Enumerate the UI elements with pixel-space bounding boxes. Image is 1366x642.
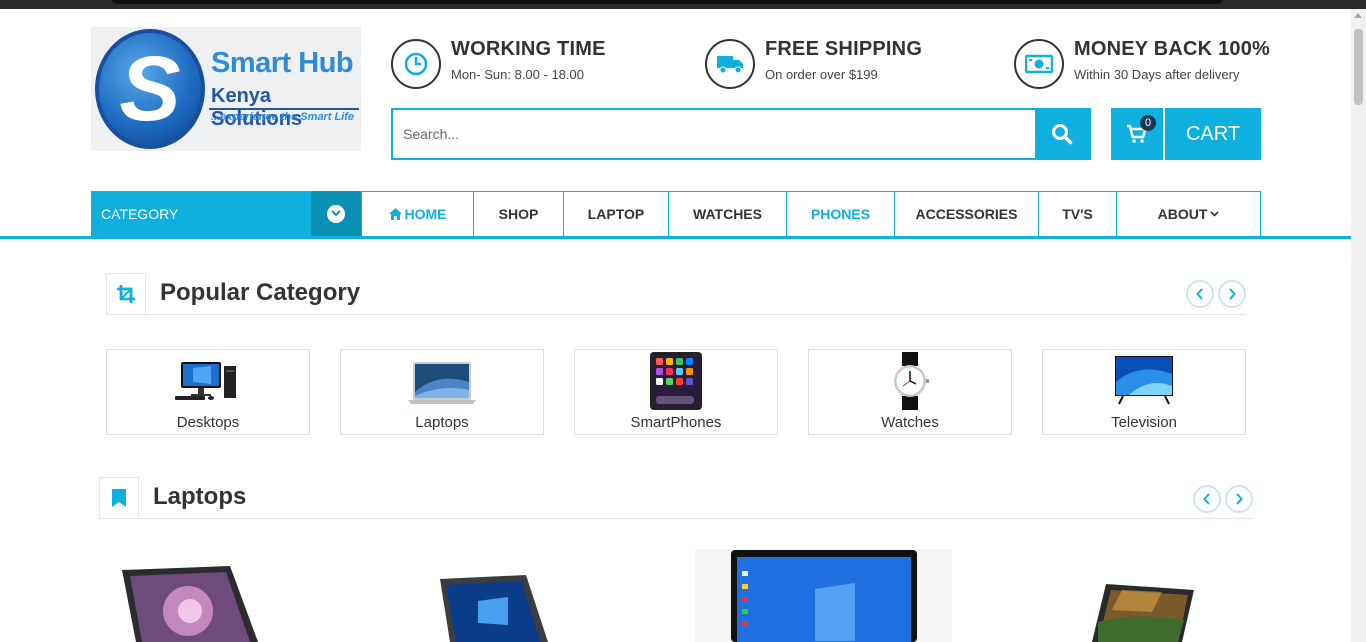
laptops-next-button[interactable] [1225,485,1253,513]
money-back-info: MONEY BACK 100% Within 30 Days after del… [1014,38,1270,90]
laptops-title: Laptops [153,483,247,510]
browser-top-strip [0,0,1366,9]
category-card-laptops[interactable]: Laptops [340,349,544,435]
laptops-prev-button[interactable] [1193,485,1221,513]
chevron-right-icon [1236,493,1243,505]
nav-item-about[interactable]: ABOUT [1116,192,1260,236]
site-logo[interactable]: S Smart Hub Kenya Solutions ...experienc… [91,27,361,151]
free-shipping-subtitle: On order over $199 [765,67,878,82]
laptop-product-image[interactable] [438,575,550,642]
watch-image [894,352,929,410]
popular-category-title: Popular Category [160,279,361,306]
working-time-subtitle: Mon- Sun: 8.00 - 18.00 [451,67,584,82]
money-back-title: MONEY BACK 100% [1074,38,1271,60]
working-time-info: WORKING TIME Mon- Sun: 8.00 - 18.00 [391,38,621,90]
nav-underline [0,236,1351,239]
laptop-product-image [731,550,917,642]
nav-item-label: TV'S [1062,206,1093,222]
browser-top-strip-inner [112,0,1222,4]
search-icon [1052,124,1073,145]
desktop-image [175,362,236,400]
cart-button[interactable]: CART [1165,108,1261,160]
category-menu[interactable]: CATEGORY [91,191,361,236]
money-icon [1014,39,1064,89]
tablet-image [650,352,702,410]
free-shipping-title: FREE SHIPPING [765,38,923,60]
laptop-product-image[interactable] [1092,582,1196,642]
logo-line-1: Smart Hub [211,47,354,79]
nav-item-label: LAPTOP [587,206,645,222]
chevron-left-icon [1196,288,1203,300]
television-image [1115,356,1173,405]
chevron-down-icon [1210,211,1219,217]
nav-item-shop[interactable]: SHOP [473,192,563,236]
logo-tagline: ...experience the Smart Life [211,111,355,123]
chevron-down-icon [327,204,345,223]
nav-item-watches[interactable]: WATCHES [668,192,786,236]
nav-item-home[interactable]: HOME [361,192,473,236]
nav-item-laptop[interactable]: LAPTOP [563,192,668,236]
search-bar [391,108,1091,160]
bookmark-icon [99,477,139,518]
nav-item-label: ABOUT [1157,206,1208,222]
laptop-product-image[interactable] [118,566,263,642]
nav-item-label: PHONES [810,206,871,222]
logo-underline [209,108,359,110]
nav-item-label: ACCESSORIES [915,206,1018,222]
nav-item-label: HOME [404,206,447,222]
laptop-image [408,362,476,404]
category-card-watches[interactable]: Watches [808,349,1012,435]
laptops-header: Laptops [99,477,1253,519]
category-card-smartphones[interactable]: SmartPhones [574,349,778,435]
money-back-subtitle: Within 30 Days after delivery [1074,67,1240,82]
cart-count-badge: 0 [1140,115,1156,131]
search-button[interactable] [1035,110,1089,158]
category-label: CATEGORY [101,206,179,222]
category-name: Desktops [176,414,240,431]
chevron-left-icon [1203,493,1210,505]
scrollbar-thumb[interactable] [1354,29,1363,105]
popular-prev-button[interactable] [1186,280,1214,308]
logo-letter: S [119,37,181,140]
chevron-right-icon [1229,288,1236,300]
popular-next-button[interactable] [1218,280,1246,308]
category-name: Laptops [415,414,469,431]
free-shipping-info: FREE SHIPPING On order over $199 [705,38,935,90]
home-icon [388,208,402,220]
working-time-title: WORKING TIME [451,38,606,60]
category-toggle[interactable] [311,191,361,236]
scroll-up-arrow[interactable] [1354,13,1362,18]
cart-icon-button[interactable]: 0 [1111,108,1163,160]
category-name: SmartPhones [630,414,722,431]
category-name: Watches [881,414,939,431]
truck-icon [705,39,755,89]
nav-item-phones[interactable]: PHONES [786,192,894,236]
popular-category-header: Popular Category [106,273,1246,315]
main-nav: HOME SHOP LAPTOP WATCHES PHONES ACCESSOR… [361,191,1261,236]
crop-icon [106,273,146,314]
category-card-desktops[interactable]: Desktops [106,349,310,435]
nav-item-label: WATCHES [693,206,762,222]
nav-item-accessories[interactable]: ACCESSORIES [894,192,1038,236]
nav-item-label: SHOP [498,206,539,222]
clock-icon [391,39,441,89]
search-input[interactable] [393,110,1037,158]
page-scrollbar[interactable] [1351,9,1366,642]
nav-item-tvs[interactable]: TV'S [1038,192,1116,236]
laptop-product-card[interactable] [695,549,952,642]
category-name: Television [1111,414,1177,431]
category-card-television[interactable]: Television [1042,349,1246,435]
